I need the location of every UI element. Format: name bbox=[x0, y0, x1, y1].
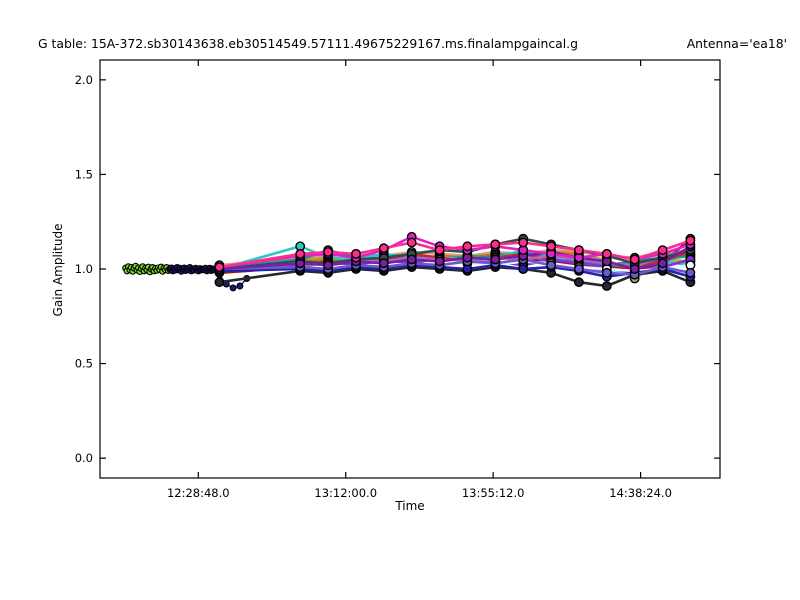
svg-text:2.0: 2.0 bbox=[75, 73, 93, 87]
svg-text:13:12:00.0: 13:12:00.0 bbox=[314, 486, 377, 500]
svg-text:0.0: 0.0 bbox=[75, 451, 93, 465]
plot-figure: G table: 15A-372.sb30143638.eb30514549.5… bbox=[0, 0, 800, 600]
svg-text:12:28:48.0: 12:28:48.0 bbox=[167, 486, 230, 500]
gain-amplitude-chart: 12:28:48.0 13:12:00.0 13:55:12.0 14:38:24.0… bbox=[75, 59, 721, 500]
svg-text:1.0: 1.0 bbox=[75, 262, 93, 276]
svg-text:14:38:24.0: 14:38:24.0 bbox=[609, 486, 672, 500]
svg-text:1.5: 1.5 bbox=[75, 167, 93, 181]
svg-text:0.5: 0.5 bbox=[75, 357, 93, 371]
svg-text:13:55:12.0: 13:55:12.0 bbox=[462, 486, 525, 500]
